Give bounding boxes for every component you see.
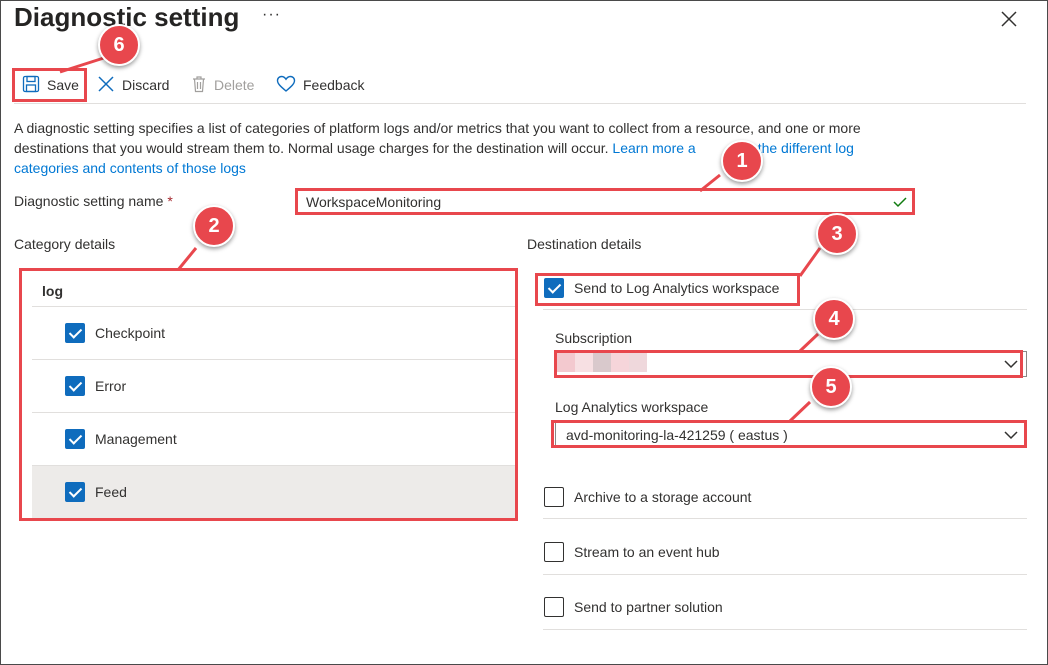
annotation-marker-1: 1 — [721, 140, 763, 182]
subscription-label: Subscription — [555, 330, 633, 346]
feedback-button[interactable]: Feedback — [276, 74, 364, 96]
close-icon[interactable] — [998, 8, 1020, 30]
heart-icon — [276, 75, 296, 96]
partner-solution-label: Send to partner solution — [574, 599, 723, 615]
annotation-box-name — [295, 188, 915, 215]
setting-name-label: Diagnostic setting name * — [14, 193, 173, 209]
archive-divider — [543, 518, 1027, 519]
archive-storage-option[interactable]: Archive to a storage account — [544, 487, 751, 507]
discard-label: Discard — [122, 77, 170, 93]
event-hub-checkbox[interactable] — [544, 542, 564, 562]
annotation-box-save — [12, 68, 87, 102]
toolbar-divider — [14, 103, 1026, 104]
event-hub-option[interactable]: Stream to an event hub — [544, 542, 720, 562]
annotation-box-log-analytics — [535, 273, 800, 306]
event-hub-divider — [543, 574, 1027, 575]
annotation-marker-4: 4 — [813, 298, 855, 340]
annotation-marker-3: 3 — [816, 213, 858, 255]
discard-icon — [97, 75, 115, 96]
annotation-box-subscription — [554, 350, 1023, 378]
partner-solution-option[interactable]: Send to partner solution — [544, 597, 723, 617]
destination-divider — [543, 309, 1027, 310]
event-hub-label: Stream to an event hub — [574, 544, 720, 560]
partner-divider — [543, 629, 1027, 630]
workspace-label: Log Analytics workspace — [555, 399, 709, 415]
delete-label: Delete — [214, 77, 255, 93]
feedback-label: Feedback — [303, 77, 365, 93]
annotation-marker-6: 6 — [98, 24, 140, 66]
required-marker: * — [167, 193, 173, 209]
destination-details-heading: Destination details — [527, 236, 642, 252]
annotation-box-categories — [19, 268, 518, 521]
discard-button[interactable]: Discard — [97, 74, 169, 96]
partner-solution-checkbox[interactable] — [544, 597, 564, 617]
category-details-heading: Category details — [14, 236, 116, 252]
description: A diagnostic setting specifies a list of… — [14, 118, 914, 178]
archive-storage-label: Archive to a storage account — [574, 489, 752, 505]
archive-storage-checkbox[interactable] — [544, 487, 564, 507]
annotation-marker-5: 5 — [810, 366, 852, 408]
more-options-icon[interactable]: ··· — [262, 6, 281, 24]
trash-icon — [191, 75, 207, 96]
annotation-marker-2: 2 — [193, 205, 235, 247]
learn-more-link[interactable]: Learn more a — [612, 140, 695, 156]
delete-button[interactable]: Delete — [191, 74, 254, 96]
annotation-box-workspace — [551, 420, 1027, 448]
